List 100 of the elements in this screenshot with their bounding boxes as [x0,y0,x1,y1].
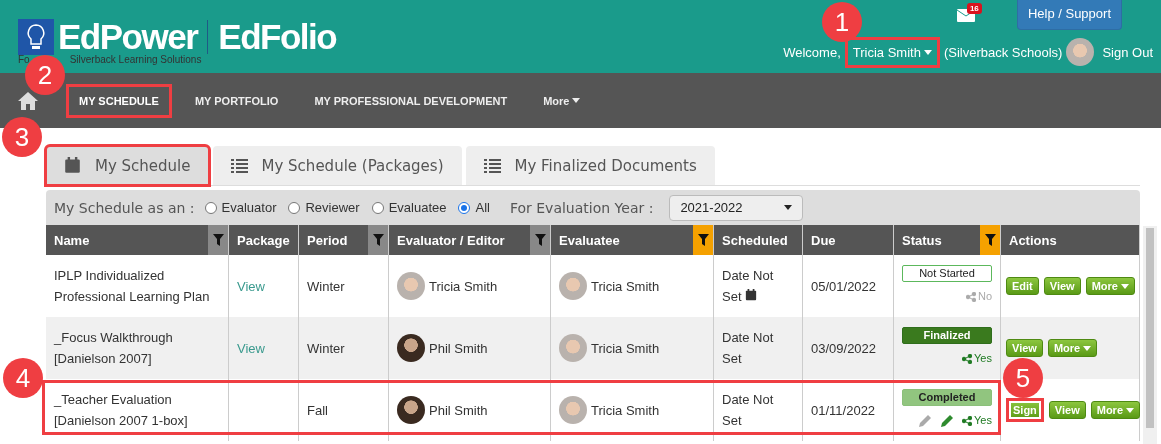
table-cell-text: Date Not Set [722,391,775,430]
column-header: Scheduled [714,225,803,255]
list-icon [483,158,501,173]
table-cell-text: 05/01/2022 [811,277,877,296]
shared-indicator: No [965,286,992,307]
view-link[interactable]: View [237,275,265,297]
table-cell-text: IPLP Individualized Professional Learning Plan [54,267,211,306]
radio-button[interactable] [288,201,301,214]
calendar-icon [64,157,81,174]
caret-icon [572,98,581,103]
sign-out-link[interactable]: Sign Out [1102,44,1153,60]
year-select[interactable]: 2021-2022 [669,194,804,221]
filter-icon[interactable] [212,234,224,246]
column-header: Evaluator / Editor [389,225,551,255]
radio-button[interactable] [458,201,471,214]
nav-item[interactable]: More [532,85,592,116]
nav-item[interactable]: MY SCHEDULE [68,85,170,116]
table-cell-text: Tricia Smith [591,401,660,420]
table-cell-text: Tricia Smith [429,277,498,296]
column-header: Status [894,225,1001,255]
column-header: Period [299,225,389,255]
brand-name: EdFolio [218,18,337,56]
organization-name: (Silverback Schools) [943,44,1063,60]
nav-item[interactable]: MY PROFESSIONAL DEVELOPMENT [303,85,519,116]
avatar [397,334,425,362]
caret-icon [923,49,932,55]
step-number: 3 [2,117,42,157]
shared-indicator: Yes [962,348,992,369]
table-cell-text: _Teacher Evaluation [Danielson 2007 1-box] [54,391,189,430]
action-button[interactable]: View [1048,401,1086,419]
shared-indicator: Yes [962,410,992,431]
avatar [559,396,587,424]
filter-icon[interactable] [372,234,384,246]
welcome-text: Welcome, [783,44,841,60]
role-radio[interactable]: Reviewer [288,200,360,215]
view-link[interactable]: View [237,337,265,359]
table-cell-text: Winter [307,277,345,296]
list-icon [230,158,248,173]
column-header: Evaluatee [551,225,714,255]
avatar [397,272,425,300]
column-header: Name [46,225,229,255]
step-number: 4 [3,358,43,398]
radio-button[interactable] [371,201,384,214]
share-icon [962,353,973,364]
avatar [559,334,587,362]
role-radio[interactable]: Evaluator [204,200,277,215]
share-icon [965,291,976,302]
home-icon[interactable] [18,91,38,110]
table-cell-text: _Focus Walkthrough [Danielson 2007] [54,329,174,368]
column-header: Package [229,225,299,255]
role-radio[interactable]: All [458,200,490,215]
table-cell-text: Phil Smith [429,401,488,420]
brand-name: EdPower [58,18,198,56]
tab[interactable]: My Finalized Documents [465,146,715,185]
action-button[interactable]: More [1085,277,1135,295]
caret-icon [1083,345,1092,351]
table-cell-text: Tricia Smith [591,339,660,358]
caret-icon [1120,283,1129,289]
avatar [1066,38,1095,66]
notification-count: 16 [966,3,982,14]
status-badge: Not Started [902,265,992,282]
year-label: For Evaluation Year : [509,199,654,216]
column-header: Due [803,225,894,255]
filter-icon[interactable] [534,234,546,246]
action-button[interactable]: View [1006,339,1043,357]
table-cell-text: 03/09/2022 [811,339,877,358]
role-radio[interactable]: Evaluatee [371,200,447,215]
caret-icon [1126,407,1134,413]
help-button[interactable]: Help / Support [1016,0,1122,30]
pencil-icon[interactable] [940,413,955,428]
lightbulb-logo-icon [18,19,54,55]
radio-button[interactable] [204,201,217,214]
avatar [559,272,587,300]
status-badge: Completed [902,389,992,406]
table-cell-text: Phil Smith [429,339,488,358]
status-badge: Finalized [902,327,992,344]
tab[interactable]: My Schedule (Packages) [212,146,462,185]
filter-icon[interactable] [984,234,996,246]
action-button[interactable]: Sign [1006,398,1044,422]
column-header: Actions [1001,225,1140,255]
filter-label: My Schedule as an : [54,199,195,216]
tab[interactable]: My Schedule [46,146,209,185]
action-button[interactable]: More [1047,339,1098,357]
avatar [397,396,425,424]
table-cell-text: Date Not Set [722,267,775,306]
tagline: Silverback Learning Solutions [69,54,202,65]
filter-icon[interactable] [697,234,709,246]
table-cell-text: Winter [307,339,345,358]
action-button[interactable]: More [1090,401,1140,419]
caret-icon [784,205,793,210]
table-cell-text: Fall [307,401,328,420]
nav-item[interactable]: MY PORTFOLIO [183,85,290,116]
action-button[interactable]: Edit [1006,277,1039,295]
table-cell-text: 01/11/2022 [811,401,876,420]
share-icon [962,415,973,426]
action-button[interactable]: View [1043,277,1081,295]
scrollbar[interactable] [1143,226,1157,444]
table-cell-text: Tricia Smith [591,277,660,296]
table-cell-text: Date Not Set [722,329,775,368]
calendar-icon [745,289,758,301]
